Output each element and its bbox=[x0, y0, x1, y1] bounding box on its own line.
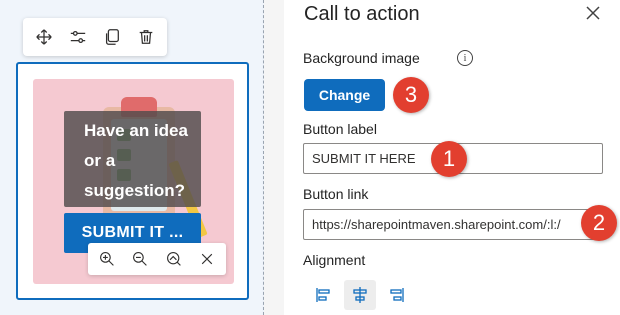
align-center-button[interactable] bbox=[344, 280, 376, 310]
align-left-icon bbox=[316, 288, 330, 302]
button-link-input[interactable]: https://sharepointmaven.sharepoint.com/:… bbox=[303, 209, 603, 240]
change-image-button[interactable]: Change bbox=[304, 79, 385, 111]
pane-title: Call to action bbox=[304, 3, 420, 25]
align-center-icon bbox=[353, 287, 367, 303]
alignment-label: Alignment bbox=[303, 252, 366, 268]
close-icon[interactable] bbox=[194, 246, 220, 272]
align-right-button[interactable] bbox=[380, 280, 412, 310]
cta-text-line: suggestion? bbox=[84, 181, 186, 200]
delete-icon[interactable] bbox=[132, 23, 160, 51]
pane-gutter bbox=[264, 0, 284, 315]
reset-zoom-icon[interactable] bbox=[161, 246, 187, 272]
annotation-badge-1: 1 bbox=[431, 141, 467, 177]
cta-text-line: Have an idea bbox=[84, 121, 188, 140]
zoom-in-icon[interactable] bbox=[94, 246, 120, 272]
button-link-label: Button link bbox=[303, 186, 369, 202]
align-left-button[interactable] bbox=[308, 280, 340, 310]
move-icon[interactable] bbox=[30, 23, 58, 51]
duplicate-icon[interactable] bbox=[98, 23, 126, 51]
alignment-group bbox=[308, 280, 412, 310]
background-image-label: Background image bbox=[303, 50, 420, 66]
cta-message: Have an idea or a suggestion? bbox=[64, 111, 201, 207]
align-right-icon bbox=[390, 288, 404, 302]
edit-properties-icon[interactable] bbox=[64, 23, 92, 51]
image-toolbar bbox=[88, 243, 226, 275]
close-pane-icon[interactable] bbox=[586, 6, 604, 24]
info-icon[interactable]: i bbox=[457, 50, 473, 66]
cta-text-line: or a bbox=[84, 151, 116, 170]
button-label-label: Button label bbox=[303, 121, 377, 137]
annotation-badge-3: 3 bbox=[393, 77, 429, 113]
zoom-out-icon[interactable] bbox=[127, 246, 153, 272]
annotation-badge-2: 2 bbox=[581, 205, 617, 241]
webpart-toolbar bbox=[23, 18, 167, 56]
